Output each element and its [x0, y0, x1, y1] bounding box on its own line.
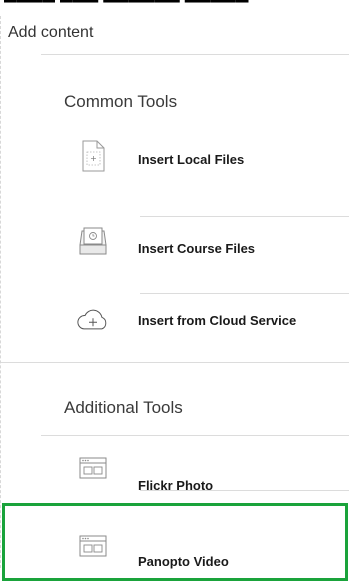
common-tools-heading: Common Tools — [64, 92, 178, 111]
panopto-video-highlight-box — [2, 503, 348, 581]
add-content-panel: Add content Common Tools + Insert Local … — [0, 16, 349, 581]
additional-tools-heading: Additional Tools — [64, 398, 183, 417]
header-divider — [41, 54, 349, 55]
insert-local-files-item[interactable]: + Insert Local Files — [1, 140, 349, 202]
insert-from-cloud-service-item[interactable]: Insert from Cloud Service — [1, 304, 349, 366]
insert-course-files-label: Insert Course Files — [138, 241, 256, 256]
top-cropped-caption: ▀▀▀▀ ▀▀▀ ▀▀▀▀▀▀ ▀▀▀▀▀ — [0, 0, 349, 16]
local-file-icon: + — [77, 140, 109, 172]
flickr-window-icon — [77, 452, 109, 484]
item-divider — [140, 490, 349, 491]
section-heading-divider — [41, 435, 349, 436]
panel-header: Add content — [1, 16, 349, 54]
svg-text:+: + — [90, 154, 97, 163]
cloud-add-icon — [77, 304, 109, 336]
insert-from-cloud-service-label: Insert from Cloud Service — [138, 313, 297, 328]
panel-title: Add content — [8, 24, 94, 41]
insert-course-files-item[interactable]: Insert Course Files — [1, 225, 349, 287]
cropped-caption-text: ▀▀▀▀ ▀▀▀ ▀▀▀▀▀▀ ▀▀▀▀▀ — [4, 0, 249, 12]
flickr-photo-item[interactable]: Flickr Photo — [1, 452, 349, 498]
insert-local-files-label: Insert Local Files — [138, 152, 245, 167]
item-divider — [140, 216, 349, 217]
course-files-icon — [77, 225, 109, 257]
section-divider — [1, 362, 349, 363]
item-divider — [140, 293, 349, 294]
